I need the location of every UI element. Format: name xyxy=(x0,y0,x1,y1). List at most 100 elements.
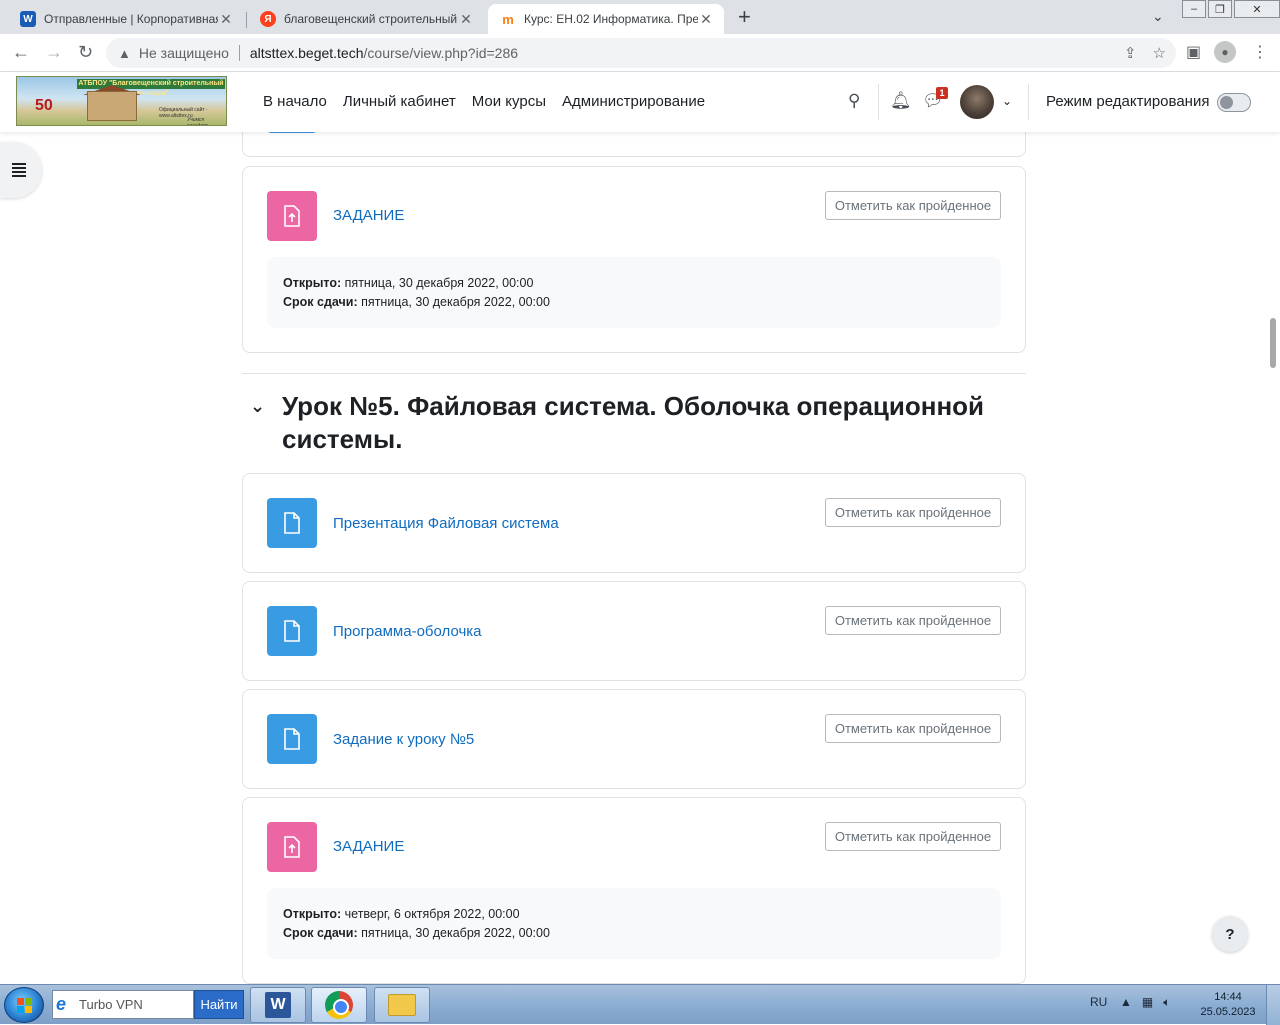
nav-my-courses[interactable]: Мои курсы xyxy=(472,93,546,110)
reload-icon[interactable]: ↻ xyxy=(78,42,93,62)
restore-icon[interactable]: ❐ xyxy=(1208,0,1232,18)
opened-label: Открыто: xyxy=(283,276,342,290)
minimize-icon[interactable]: – xyxy=(1182,0,1206,18)
file-icon xyxy=(267,606,317,656)
activity-card-assignment: ЗАДАНИЕ Отметить как пройденное Открыто:… xyxy=(242,166,1026,353)
chevron-down-icon[interactable]: ⌄ xyxy=(1002,94,1012,108)
side-panel-icon[interactable]: ▣ xyxy=(1186,42,1201,62)
warning-icon[interactable]: ▲ xyxy=(118,46,131,61)
mark-done-button[interactable]: Отметить как пройденное xyxy=(825,606,1001,635)
activity-card-resource: Задание к уроку №5 Отметить как пройденн… xyxy=(242,689,1026,789)
activity-card-resource: Презентация Файловая система Отметить ка… xyxy=(242,473,1026,573)
mark-done-button[interactable]: Отметить как пройденное xyxy=(825,498,1001,527)
mark-done-button[interactable]: Отметить как пройденное xyxy=(825,714,1001,743)
back-icon[interactable]: ← xyxy=(12,42,30,62)
due-label: Срок сдачи: xyxy=(283,295,358,309)
tab-separator xyxy=(246,12,247,28)
bookmark-star-icon[interactable]: ☆ xyxy=(1153,44,1166,62)
taskbar-chrome[interactable] xyxy=(311,987,367,1023)
activity-dates: Открыто: пятница, 30 декабря 2022, 00:00… xyxy=(267,257,1001,328)
close-tab-icon[interactable]: ✕ xyxy=(698,11,714,28)
nav-administration[interactable]: Администрирование xyxy=(562,93,705,110)
browser-tab-yandex[interactable]: Я благовещенский строительный ✕ xyxy=(248,4,484,34)
network-icon[interactable]: ▦ xyxy=(1142,995,1153,1010)
chrome-icon xyxy=(325,991,353,1019)
taskbar-search-input[interactable]: Turbo VPN xyxy=(52,990,194,1019)
activity-dates: Открыто: четверг, 6 октября 2022, 00:00 … xyxy=(267,888,1001,959)
assignment-icon xyxy=(267,191,317,241)
browser-menu-icon[interactable]: ⋮ xyxy=(1252,42,1268,62)
primary-navigation: В начало Личный кабинет Мои курсы Админи… xyxy=(263,93,705,110)
browser-tab-mail[interactable]: W Отправленные | Корпоративная ✕ xyxy=(8,4,244,34)
course-content: ЗАДАНИЕ Отметить как пройденное Открыто:… xyxy=(0,132,1280,984)
share-icon[interactable]: ⇪ xyxy=(1124,44,1137,62)
activity-link[interactable]: Презентация Файловая система xyxy=(333,515,559,532)
internet-explorer-icon: e xyxy=(56,994,67,1014)
due-row: Срок сдачи: пятница, 30 декабря 2022, 00… xyxy=(283,924,985,943)
taskbar-clock[interactable]: 14:44 25.05.2023 xyxy=(1196,990,1260,1020)
clock-date: 25.05.2023 xyxy=(1200,1006,1256,1018)
chevron-down-icon[interactable]: ⌄ xyxy=(250,396,265,417)
tab-title: Курс: ЕН.02 Информатика. Пре xyxy=(524,12,698,26)
browser-tabstrip: W Отправленные | Корпоративная ✕ Я благо… xyxy=(0,0,1280,34)
url-host: altsttex.beget.tech xyxy=(249,45,364,61)
activity-link[interactable]: ЗАДАНИЕ xyxy=(333,207,404,224)
system-tray: ▲ ▦ 🔈︎ xyxy=(1120,995,1170,1010)
mark-done-button[interactable]: Отметить как пройденное xyxy=(825,822,1001,851)
address-bar: ← → ↻ ▲ Не защищено altsttex.beget.tech … xyxy=(0,34,1280,72)
edit-mode-toggle[interactable] xyxy=(1217,93,1251,112)
help-button[interactable]: ? xyxy=(1212,916,1248,952)
section-title: Урок №5. Файловая система. Оболочка опер… xyxy=(282,391,985,454)
close-tab-icon[interactable]: ✕ xyxy=(458,11,474,28)
nav-divider xyxy=(878,84,879,120)
opened-row: Открыто: пятница, 30 декабря 2022, 00:00 xyxy=(283,274,985,293)
close-window-icon[interactable]: ✕ xyxy=(1234,0,1280,18)
mark-done-button[interactable]: Отметить как пройденное xyxy=(825,191,1001,220)
user-avatar[interactable] xyxy=(960,85,994,119)
language-indicator[interactable]: RU xyxy=(1090,995,1107,1009)
scrollbar-thumb[interactable] xyxy=(1270,318,1276,368)
nav-divider xyxy=(1028,84,1029,120)
due-value: пятница, 30 декабря 2022, 00:00 xyxy=(361,926,550,940)
activity-card-assignment: ЗАДАНИЕ Отметить как пройденное Открыто:… xyxy=(242,797,1026,984)
opened-label: Открыто: xyxy=(283,907,342,921)
forward-icon[interactable]: → xyxy=(45,42,63,62)
due-label: Срок сдачи: xyxy=(283,926,358,940)
taskbar-find-button[interactable]: Найти xyxy=(194,990,244,1019)
notifications-bell-icon[interactable]: 🔔︎ xyxy=(890,91,912,111)
logo-motto: Учимся созидать xyxy=(187,117,210,126)
opened-value: четверг, 6 октября 2022, 00:00 xyxy=(344,907,520,921)
show-desktop-button[interactable] xyxy=(1266,985,1280,1025)
section-divider xyxy=(242,373,1026,374)
file-icon xyxy=(267,714,317,764)
taskbar-word[interactable]: W xyxy=(250,987,306,1023)
start-button[interactable] xyxy=(4,987,44,1023)
due-value: пятница, 30 декабря 2022, 00:00 xyxy=(361,295,550,309)
search-icon[interactable]: ⚲ xyxy=(848,91,860,111)
url-input[interactable]: ▲ Не защищено altsttex.beget.tech /cours… xyxy=(106,38,1176,68)
profile-icon[interactable]: ● xyxy=(1214,41,1236,63)
activity-link[interactable]: Программа-оболочка xyxy=(333,623,482,640)
assignment-icon xyxy=(267,822,317,872)
page-scrollbar[interactable] xyxy=(1266,132,1280,984)
nav-home[interactable]: В начало xyxy=(263,93,327,110)
site-logo[interactable]: АТБПОУ "Благовещенский строительный техн… xyxy=(16,76,227,126)
volume-icon[interactable]: 🔈︎ xyxy=(1163,995,1170,1010)
new-tab-button[interactable]: + xyxy=(738,6,751,28)
site-navbar: АТБПОУ "Благовещенский строительный техн… xyxy=(0,72,1280,132)
tab-title: благовещенский строительный xyxy=(284,12,458,26)
activity-link[interactable]: ЗАДАНИЕ xyxy=(333,838,404,855)
messages-count-badge: 1 xyxy=(936,87,948,99)
list-icon xyxy=(12,161,26,179)
tab-search-icon[interactable]: ⌄ xyxy=(1152,8,1164,25)
insecure-label[interactable]: Не защищено xyxy=(139,45,229,61)
clock-time: 14:44 xyxy=(1214,991,1242,1003)
browser-tab-course[interactable]: m Курс: ЕН.02 Информатика. Пре ✕ xyxy=(488,4,724,34)
taskbar-explorer[interactable] xyxy=(374,987,430,1023)
activity-link[interactable]: Задание к уроку №5 xyxy=(333,731,474,748)
nav-dashboard[interactable]: Личный кабинет xyxy=(343,93,456,110)
tray-expand-icon[interactable]: ▲ xyxy=(1120,995,1132,1010)
close-tab-icon[interactable]: ✕ xyxy=(218,11,234,28)
folder-icon xyxy=(388,994,416,1016)
mail-favicon-icon: W xyxy=(20,11,36,27)
